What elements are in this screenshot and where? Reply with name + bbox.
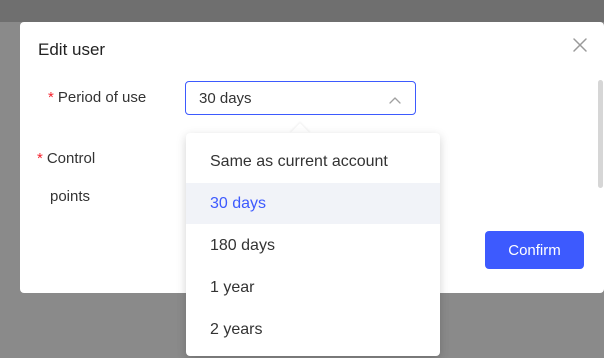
- dropdown-option-30-days[interactable]: 30 days: [186, 183, 440, 224]
- control-points-label: * Control: [37, 150, 95, 167]
- dropdown-option-2-years[interactable]: 2 years: [186, 309, 440, 350]
- period-of-use-label: * Period of use: [48, 89, 146, 106]
- dropdown-option-180-days[interactable]: 180 days: [186, 225, 440, 266]
- confirm-button[interactable]: Confirm: [485, 231, 584, 269]
- dropdown-option-same-as-current-account[interactable]: Same as current account: [186, 141, 440, 182]
- dialog-scrollbar[interactable]: [598, 80, 604, 190]
- scrollbar-thumb[interactable]: [598, 80, 603, 188]
- select-value: 30 days: [199, 90, 252, 107]
- modal-overlay-top-band: [0, 0, 604, 22]
- dropdown-option-1-year[interactable]: 1 year: [186, 267, 440, 308]
- required-mark: *: [37, 150, 43, 167]
- control-points-label-line1: Control: [46, 150, 96, 167]
- period-dropdown-menu: Same as current account 30 days 180 days…: [186, 133, 440, 356]
- control-points-label-line2: points: [50, 188, 91, 205]
- close-icon[interactable]: [569, 34, 591, 56]
- dialog-title: Edit user: [38, 40, 106, 59]
- required-mark: *: [48, 89, 54, 106]
- period-of-use-select[interactable]: 30 days: [185, 81, 416, 115]
- period-of-use-label-text: Period of use: [57, 89, 147, 106]
- chevron-up-icon: [388, 92, 402, 104]
